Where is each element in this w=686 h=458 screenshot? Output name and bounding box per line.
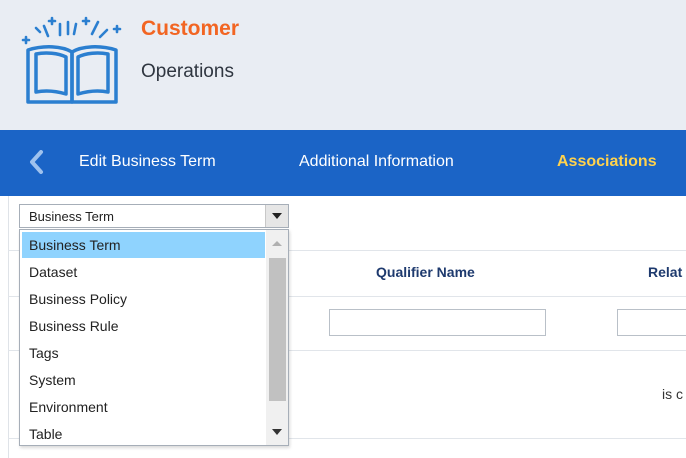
qualifier-name-filter-input[interactable] (329, 309, 546, 336)
dropdown-scrollbar[interactable] (266, 230, 288, 445)
tab-additional-information[interactable]: Additional Information (299, 153, 454, 171)
column-header-qualifier-name[interactable]: Qualifier Name (376, 264, 475, 280)
open-book-logo-icon (21, 16, 122, 104)
scroll-down-arrow-icon[interactable] (272, 429, 282, 435)
select-dropdown-button[interactable] (265, 205, 288, 227)
option-business-term[interactable]: Business Term (22, 232, 265, 258)
empty-table-message: is c (662, 386, 683, 402)
chevron-down-icon (272, 213, 282, 219)
related-filter-input[interactable] (617, 309, 686, 336)
scrollbar-thumb[interactable] (269, 258, 286, 401)
tab-associations[interactable]: Associations (557, 153, 657, 171)
association-type-dropdown-list[interactable]: Business Term Dataset Business Policy Bu… (19, 229, 289, 446)
panel-left-border (8, 196, 9, 458)
option-business-policy[interactable]: Business Policy (22, 286, 265, 312)
chevron-left-icon[interactable] (28, 150, 44, 174)
option-business-rule[interactable]: Business Rule (22, 313, 265, 339)
brand-subtitle: Operations (141, 61, 234, 82)
option-system[interactable]: System (22, 367, 265, 393)
tab-edit-business-term[interactable]: Edit Business Term (79, 153, 216, 171)
app-header: Customer Operations (0, 0, 686, 130)
brand-title: Customer (141, 17, 240, 40)
column-header-related[interactable]: Relat (648, 264, 682, 280)
select-value: Business Term (29, 209, 115, 224)
scroll-up-arrow-icon[interactable] (272, 241, 282, 246)
option-tags[interactable]: Tags (22, 340, 265, 366)
option-environment[interactable]: Environment (22, 394, 265, 420)
option-table[interactable]: Table (22, 421, 265, 447)
option-dataset[interactable]: Dataset (22, 259, 265, 285)
association-type-select[interactable]: Business Term (19, 204, 289, 228)
